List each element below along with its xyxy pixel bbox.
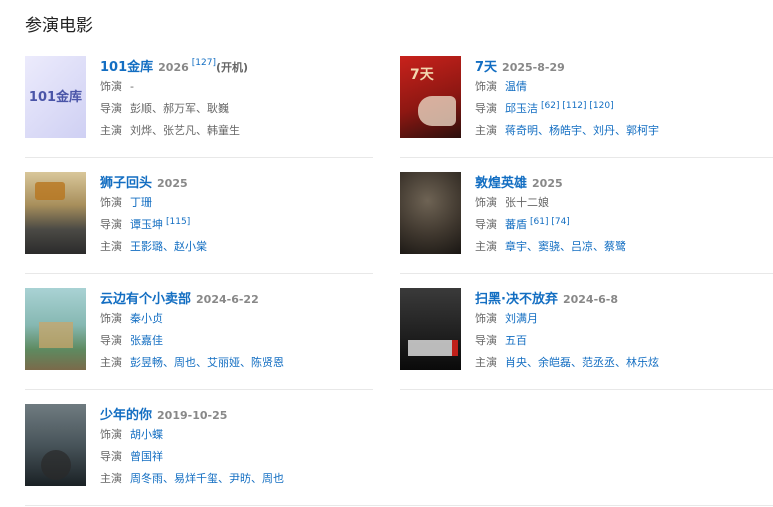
movie-card: 云边有个小卖部 2024-6-22 饰演 秦小贞 导演 张嘉佳 主演 彭昱畅、周也、艾丽… (25, 288, 397, 378)
movie-poster[interactable] (25, 288, 86, 370)
movie-poster[interactable] (400, 172, 461, 254)
director-label: 导演 (100, 218, 122, 231)
poster-title-text: 7天 (410, 67, 434, 83)
cast-label: 主演 (100, 472, 122, 485)
poster-figure-icon (418, 96, 456, 126)
status-note: (开机) (215, 61, 249, 74)
movies-section: 参演电影 101金库 101金库 2026 [127](开机) 饰演 - 导演 彭顺、郝… (0, 0, 773, 507)
role-label: 饰演 (475, 196, 497, 209)
poster-accent-icon (452, 340, 458, 356)
director-names[interactable]: 邱玉洁 (505, 102, 538, 115)
movie-card: 扫黑·决不放弃 2024-6-8 饰演 刘满月 导演 五百 主演 肖央、余皑磊、范丞丞、… (400, 288, 772, 378)
reference-link[interactable]: [127] (192, 58, 216, 68)
director-label: 导演 (100, 102, 122, 115)
movie-date: 2026 (158, 61, 189, 74)
cast-label: 主演 (100, 240, 122, 253)
movie-title-link[interactable]: 云边有个小卖部 (100, 292, 191, 307)
director-names[interactable]: 曾国祥 (130, 450, 163, 463)
divider (25, 389, 373, 390)
director-names[interactable]: 张嘉佳 (130, 334, 163, 347)
cast-names[interactable]: 蒋奇明、杨皓宇、刘丹、郭柯宇 (505, 124, 659, 137)
director-names[interactable]: 五百 (505, 334, 527, 347)
director-label: 导演 (100, 334, 122, 347)
role-name[interactable]: 丁珊 (130, 196, 152, 209)
movie-card: 7天 7天 2025-8-29 饰演 温倩 导演 邱玉洁 [62] [112] [120… (400, 56, 772, 146)
movie-title-link[interactable]: 敦煌英雄 (475, 176, 527, 191)
cast-names[interactable]: 肖央、余皑磊、范丞丞、林乐炫 (505, 356, 659, 369)
role-label: 饰演 (100, 312, 122, 325)
cast-label: 主演 (475, 240, 497, 253)
movie-poster[interactable] (400, 288, 461, 370)
cast-names[interactable]: 周冬雨、易烊千玺、尹昉、周也 (130, 472, 284, 485)
reference-link[interactable]: [62] [112] [120] (541, 101, 614, 111)
role-name: - (130, 80, 134, 93)
director-names: 彭顺、郝万军、耿巍 (130, 102, 229, 115)
cast-names[interactable]: 王影璐、赵小棠 (130, 240, 207, 253)
director-label: 导演 (100, 450, 122, 463)
movie-title-link[interactable]: 101金库 (100, 60, 153, 75)
role-label: 饰演 (100, 80, 122, 93)
movie-poster[interactable]: 101金库 (25, 56, 86, 138)
section-title: 参演电影 (25, 16, 93, 36)
divider (400, 273, 773, 274)
movie-poster[interactable]: 7天 (400, 56, 461, 138)
reference-link[interactable]: [115] (166, 217, 190, 227)
movie-card: 少年的你 2019-10-25 饰演 胡小蝶 导演 曾国祥 主演 周冬雨、易烊千玺、尹昉… (25, 404, 397, 494)
poster-figure-icon (35, 182, 65, 200)
movie-poster[interactable] (25, 172, 86, 254)
movie-date: 2025-8-29 (502, 61, 565, 74)
movie-date: 2024-6-22 (196, 293, 259, 306)
divider (25, 505, 773, 506)
role-name[interactable]: 温倩 (505, 80, 527, 93)
role-label: 饰演 (100, 428, 122, 441)
role-name: 张十二娘 (505, 196, 549, 209)
role-label: 饰演 (100, 196, 122, 209)
movie-title-link[interactable]: 狮子回头 (100, 176, 152, 191)
poster-title-text: 101金库 (28, 90, 83, 105)
director-names[interactable]: 谭玉坤 (130, 218, 163, 231)
movie-card: 狮子回头 2025 饰演 丁珊 导演 谭玉坤 [115] 主演 王影璐、赵小棠 (25, 172, 397, 262)
movie-card: 101金库 101金库 2026 [127](开机) 饰演 - 导演 彭顺、郝万军、耿巍… (25, 56, 397, 146)
poster-figure-icon (39, 322, 73, 348)
movie-date: 2025 (532, 177, 563, 190)
movie-poster[interactable] (25, 404, 86, 486)
role-name[interactable]: 秦小贞 (130, 312, 163, 325)
director-label: 导演 (475, 218, 497, 231)
cast-label: 主演 (100, 356, 122, 369)
divider (25, 157, 373, 158)
director-names[interactable]: 蕃盾 (505, 218, 527, 231)
divider (25, 273, 373, 274)
movie-date: 2019-10-25 (157, 409, 228, 422)
cast-label: 主演 (100, 124, 122, 137)
role-label: 饰演 (475, 312, 497, 325)
movie-date: 2024-6-8 (562, 293, 619, 306)
cast-names[interactable]: 章宇、窦骁、吕凉、蔡鹭 (505, 240, 626, 253)
role-label: 饰演 (475, 80, 497, 93)
role-name[interactable]: 胡小蝶 (130, 428, 163, 441)
poster-figure-icon (408, 340, 452, 356)
movie-date: 2025 (157, 177, 188, 190)
divider (400, 389, 773, 390)
cast-label: 主演 (475, 124, 497, 137)
poster-figure-icon (41, 450, 71, 480)
reference-link[interactable]: [61] [74] (530, 217, 570, 227)
movie-title-link[interactable]: 7天 (475, 60, 497, 75)
role-name[interactable]: 刘满月 (505, 312, 538, 325)
cast-label: 主演 (475, 356, 497, 369)
cast-names: 刘烨、张艺凡、韩童生 (130, 124, 240, 137)
director-label: 导演 (475, 102, 497, 115)
cast-names[interactable]: 彭昱畅、周也、艾丽娅、陈贤恩 (130, 356, 284, 369)
divider (400, 157, 773, 158)
movie-card: 敦煌英雄 2025 饰演 张十二娘 导演 蕃盾 [61] [74] 主演 章宇、窦骁、吕凉… (400, 172, 772, 262)
director-label: 导演 (475, 334, 497, 347)
movie-title-link[interactable]: 少年的你 (100, 408, 152, 423)
movie-title-link[interactable]: 扫黑·决不放弃 (475, 292, 558, 307)
